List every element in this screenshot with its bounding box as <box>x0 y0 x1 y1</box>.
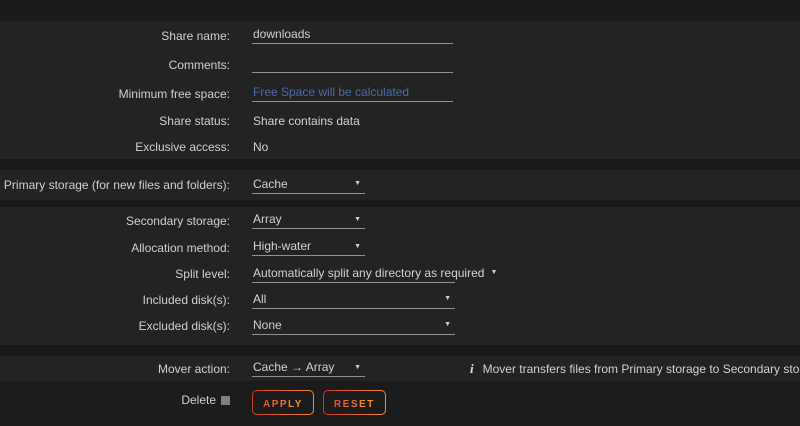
primary-storage-select[interactable]: Cache ▼ <box>252 177 365 194</box>
dropdown-arrow-icon: ▼ <box>354 180 361 187</box>
info-icon: i <box>470 361 474 377</box>
included-disks-value: All <box>253 292 266 306</box>
split-level-select[interactable]: Automatically split any directory as req… <box>252 266 455 283</box>
split-level-value: Automatically split any directory as req… <box>253 266 484 280</box>
dropdown-arrow-icon: ▼ <box>354 364 361 371</box>
dropdown-arrow-icon: ▼ <box>354 216 361 223</box>
excluded-disks-value: None <box>253 318 282 332</box>
form-row-share-name: Share name: <box>0 21 800 50</box>
form-row-included-disks: Included disk(s): All ▼ <box>0 287 800 313</box>
form-row-allocation-method: Allocation method: High-water ▼ <box>0 234 800 261</box>
form-footer: Delete APPLY RESET <box>0 381 800 426</box>
exclusive-access-label: Exclusive access: <box>0 140 230 154</box>
share-status-value: Share contains data <box>252 114 360 128</box>
dropdown-arrow-icon: ▼ <box>444 321 451 328</box>
excluded-disks-label: Excluded disk(s): <box>0 319 230 333</box>
form-row-share-status: Share status: Share contains data <box>0 108 800 134</box>
reset-button-label: RESET <box>334 399 375 410</box>
share-status-label: Share status: <box>0 114 230 128</box>
allocation-method-select[interactable]: High-water ▼ <box>252 239 365 256</box>
exclusive-access-value: No <box>252 140 268 154</box>
secondary-storage-select[interactable]: Array ▼ <box>252 212 365 229</box>
form-row-minimum-free-space: Minimum free space: <box>0 79 800 108</box>
secondary-storage-label: Secondary storage: <box>0 214 230 228</box>
share-name-input[interactable] <box>252 27 453 44</box>
form-row-comments: Comments: <box>0 50 800 79</box>
dropdown-arrow-icon: ▼ <box>354 243 361 250</box>
minimum-free-space-label: Minimum free space: <box>0 87 230 101</box>
reset-button[interactable]: RESET <box>323 390 386 415</box>
form-row-split-level: Split level: Automatically split any dir… <box>0 261 800 287</box>
split-level-label: Split level: <box>0 267 230 281</box>
primary-storage-value: Cache <box>253 177 288 191</box>
share-settings-page: Share name: Comments: Minimum free space… <box>0 0 800 426</box>
top-bar <box>0 0 800 21</box>
section-divider <box>0 200 800 207</box>
mover-info-text: Mover transfers files from Primary stora… <box>483 362 800 376</box>
section-divider <box>0 345 800 356</box>
excluded-disks-select[interactable]: None ▼ <box>252 318 455 335</box>
dropdown-arrow-icon: ▼ <box>444 295 451 302</box>
share-basic-section: Share name: Comments: Minimum free space… <box>0 21 800 159</box>
share-name-label: Share name: <box>0 29 230 43</box>
dropdown-arrow-icon: ▼ <box>490 269 497 276</box>
primary-storage-label: Primary storage (for new files and folde… <box>0 178 230 192</box>
mover-action-label: Mover action: <box>0 362 230 376</box>
delete-checkbox[interactable] <box>221 396 230 405</box>
form-row-exclusive-access: Exclusive access: No <box>0 134 800 159</box>
comments-input[interactable] <box>252 56 453 73</box>
form-row-primary-storage: Primary storage (for new files and folde… <box>0 177 800 194</box>
action-buttons: APPLY RESET <box>252 390 386 415</box>
delete-control: Delete <box>0 393 230 407</box>
included-disks-label: Included disk(s): <box>0 293 230 307</box>
delete-label: Delete <box>181 393 216 407</box>
minimum-free-space-input[interactable] <box>252 85 453 102</box>
reset-button-inner: RESET <box>324 391 385 414</box>
included-disks-select[interactable]: All ▼ <box>252 292 455 309</box>
allocation-method-value: High-water <box>253 239 311 253</box>
apply-button-inner: APPLY <box>253 391 313 414</box>
mover-info: i Mover transfers files from Primary sto… <box>470 361 800 377</box>
apply-button-label: APPLY <box>263 399 303 410</box>
secondary-storage-section: Secondary storage: Array ▼ Allocation me… <box>0 207 800 345</box>
section-divider <box>0 159 800 170</box>
mover-action-value: Cache → Array <box>253 360 334 374</box>
comments-label: Comments: <box>0 58 230 72</box>
allocation-method-label: Allocation method: <box>0 241 230 255</box>
secondary-storage-value: Array <box>253 212 282 226</box>
mover-action-section: Mover action: Cache → Array ▼ i Mover tr… <box>0 356 800 381</box>
form-row-secondary-storage: Secondary storage: Array ▼ <box>0 207 800 234</box>
apply-button[interactable]: APPLY <box>252 390 314 415</box>
form-row-excluded-disks: Excluded disk(s): None ▼ <box>0 313 800 339</box>
primary-storage-section: Primary storage (for new files and folde… <box>0 170 800 200</box>
mover-action-select[interactable]: Cache → Array ▼ <box>252 360 365 377</box>
